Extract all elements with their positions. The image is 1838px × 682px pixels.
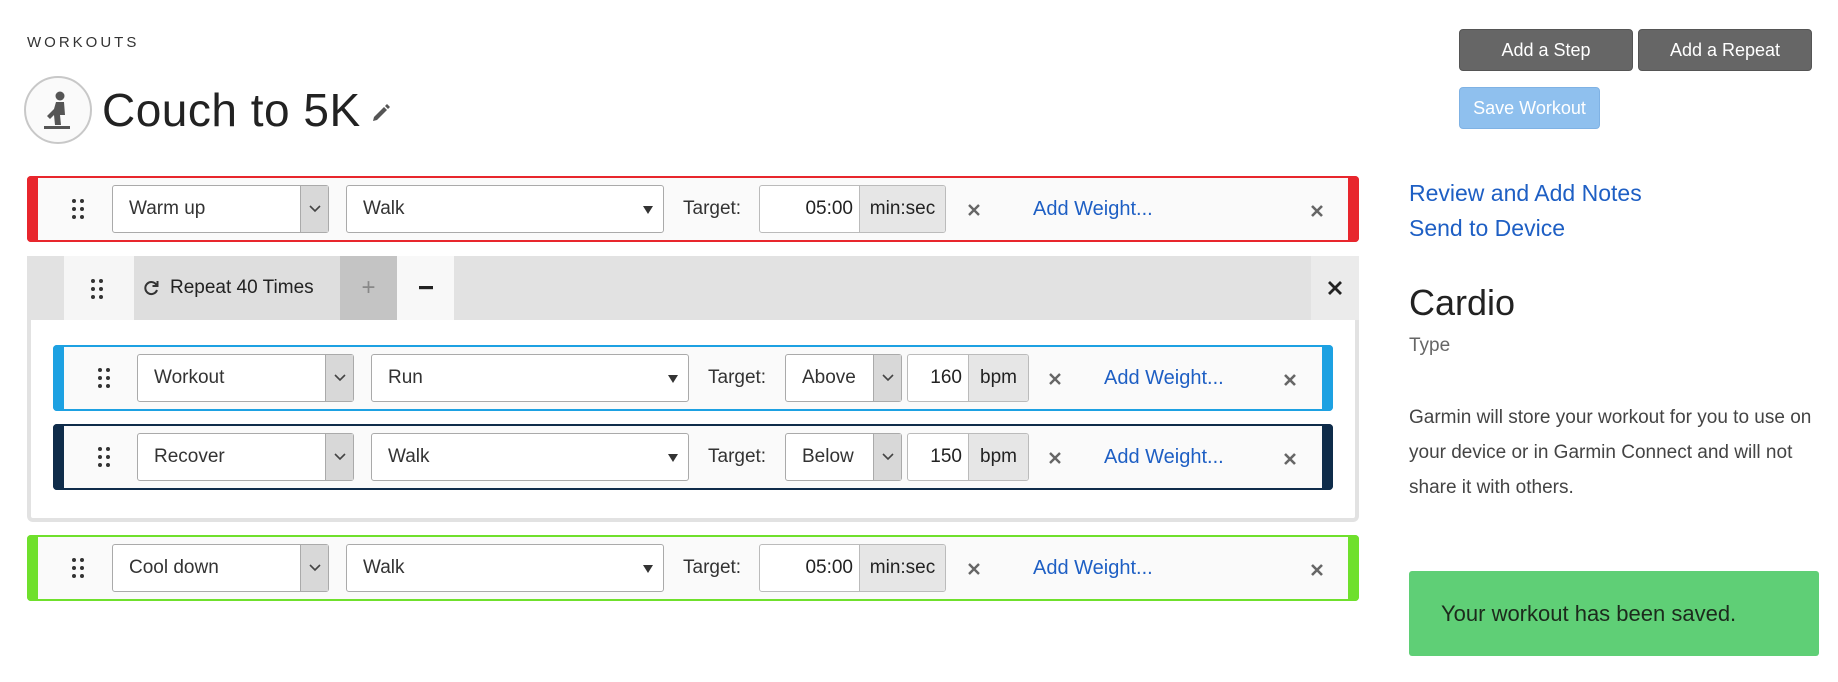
step-type-value: Workout: [154, 367, 225, 388]
type-label: Type: [1409, 335, 1451, 356]
heart-rate-field[interactable]: 150 bpm: [907, 433, 1029, 481]
target-label: Target:: [683, 557, 742, 578]
duration-field[interactable]: 05:00 min:sec: [759, 544, 946, 592]
add-weight-link[interactable]: Add Weight...: [1104, 367, 1224, 390]
target-label: Target:: [708, 367, 767, 388]
remove-step-icon[interactable]: [1306, 559, 1328, 581]
drag-handle-icon[interactable]: [65, 194, 91, 224]
step-type-select[interactable]: Warm up: [112, 185, 329, 233]
clear-target-icon[interactable]: [963, 558, 985, 580]
add-repeat-button[interactable]: Add a Repeat: [1638, 29, 1812, 71]
dropdown-arrow-icon: [643, 206, 653, 214]
chevron-down-icon: [325, 355, 353, 401]
target-zone-select[interactable]: Below: [785, 433, 902, 481]
drag-handle-icon[interactable]: [91, 442, 117, 472]
dropdown-arrow-icon: [668, 375, 678, 383]
duration-value[interactable]: 05:00: [760, 545, 859, 591]
activity-select[interactable]: Walk: [346, 544, 664, 592]
refresh-icon: [142, 279, 160, 297]
drag-handle-icon[interactable]: [91, 363, 117, 393]
step-type-select[interactable]: Workout: [137, 354, 354, 402]
dropdown-arrow-icon: [643, 565, 653, 573]
activity-value: Run: [388, 367, 423, 388]
chevron-down-icon: [325, 434, 353, 480]
step-cooldown: Cool down Walk Target: 05:00 min:sec Add…: [27, 535, 1359, 601]
repeat-decrement-button[interactable]: [397, 256, 454, 320]
duration-unit: min:sec: [859, 545, 945, 591]
clear-target-icon[interactable]: [1044, 368, 1066, 390]
remove-step-icon[interactable]: [1306, 200, 1328, 222]
activity-select[interactable]: Walk: [346, 185, 664, 233]
send-to-device-link[interactable]: Send to Device: [1409, 215, 1565, 242]
add-weight-link[interactable]: Add Weight...: [1104, 446, 1224, 469]
activity-value: Walk: [363, 198, 405, 219]
dropdown-arrow-icon: [668, 454, 678, 462]
target-label: Target:: [683, 198, 742, 219]
privacy-description: Garmin will store your workout for you t…: [1409, 407, 1812, 498]
duration-unit: min:sec: [859, 186, 945, 232]
target-zone-value: Below: [802, 446, 854, 467]
target-zone-value: Above: [802, 367, 856, 388]
repeat-count-label: Repeat 40 Times: [134, 256, 340, 320]
chevron-down-icon: [300, 186, 328, 232]
step-recover: Recover Walk Target: Below 150 bpm Add W…: [53, 424, 1333, 490]
step-type-value: Warm up: [129, 198, 206, 219]
duration-value[interactable]: 05:00: [760, 186, 859, 232]
repeat-header: Repeat 40 Times +: [27, 256, 1359, 320]
step-type-value: Recover: [154, 446, 225, 467]
heart-rate-unit: bpm: [968, 434, 1028, 480]
page-title: Couch to 5K: [102, 84, 361, 136]
add-weight-link[interactable]: Add Weight...: [1033, 557, 1153, 580]
remove-step-icon[interactable]: [1279, 369, 1301, 391]
heart-rate-value[interactable]: 150: [908, 434, 968, 480]
review-notes-link[interactable]: Review and Add Notes: [1409, 180, 1642, 207]
repeat-increment-button[interactable]: +: [340, 256, 397, 320]
add-step-button[interactable]: Add a Step: [1459, 29, 1633, 71]
step-workout: Workout Run Target: Above 160 bpm Add We…: [53, 345, 1333, 411]
breadcrumb[interactable]: WORKOUTS: [27, 34, 139, 51]
clear-target-icon[interactable]: [1044, 447, 1066, 469]
clear-target-icon[interactable]: [963, 199, 985, 221]
save-workout-button[interactable]: Save Workout: [1459, 87, 1600, 129]
heart-rate-value[interactable]: 160: [908, 355, 968, 401]
activity-value: Walk: [363, 557, 405, 578]
step-type-select[interactable]: Cool down: [112, 544, 329, 592]
heart-rate-field[interactable]: 160 bpm: [907, 354, 1029, 402]
saved-notification: Your workout has been saved.: [1409, 571, 1819, 656]
step-warmup: Warm up Walk Target: 05:00 min:sec Add W…: [27, 176, 1359, 242]
remove-repeat-icon[interactable]: [1311, 256, 1359, 320]
duration-field[interactable]: 05:00 min:sec: [759, 185, 946, 233]
activity-select[interactable]: Walk: [371, 433, 689, 481]
add-weight-link[interactable]: Add Weight...: [1033, 198, 1153, 221]
repeat-label: Repeat 40 Times: [170, 277, 314, 298]
target-label: Target:: [708, 446, 767, 467]
edit-pencil-icon[interactable]: [371, 102, 391, 122]
drag-handle-icon[interactable]: [65, 553, 91, 583]
chevron-down-icon: [873, 355, 901, 401]
workout-type-avatar-icon: [24, 76, 92, 144]
drag-handle-icon[interactable]: [84, 274, 110, 304]
activity-value: Walk: [388, 446, 430, 467]
step-type-select[interactable]: Recover: [137, 433, 354, 481]
repeat-drag-handle[interactable]: [64, 256, 134, 320]
sport-type-heading: Cardio: [1409, 282, 1516, 323]
heart-rate-unit: bpm: [968, 355, 1028, 401]
remove-step-icon[interactable]: [1279, 448, 1301, 470]
activity-select[interactable]: Run: [371, 354, 689, 402]
chevron-down-icon: [300, 545, 328, 591]
target-zone-select[interactable]: Above: [785, 354, 902, 402]
step-type-value: Cool down: [129, 557, 219, 578]
chevron-down-icon: [873, 434, 901, 480]
